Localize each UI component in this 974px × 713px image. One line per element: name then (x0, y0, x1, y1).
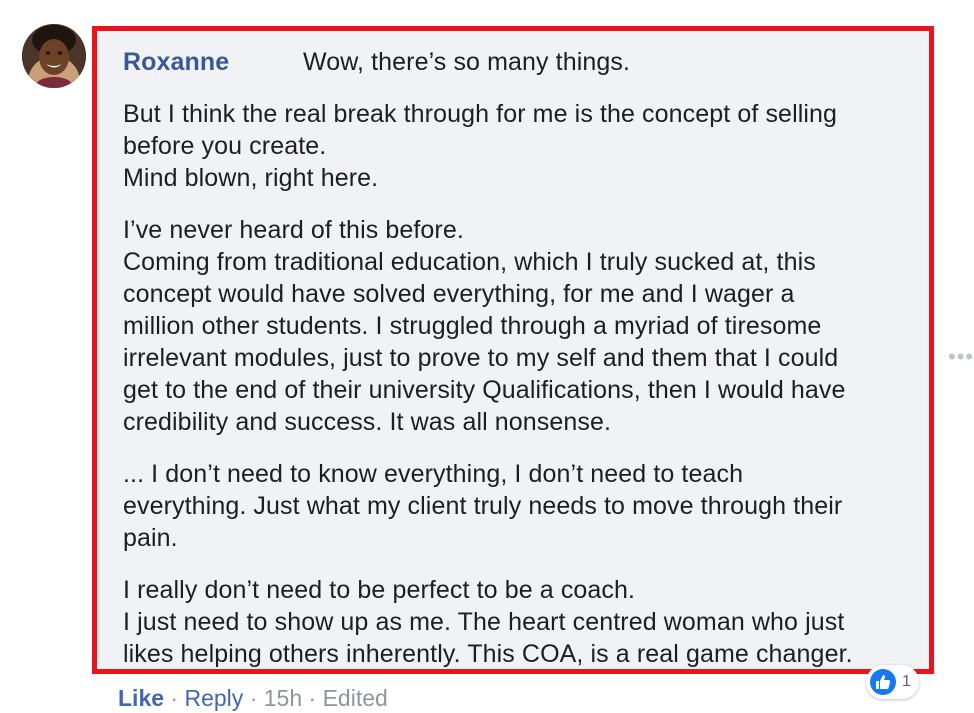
thumbs-up-icon (870, 669, 896, 695)
comment-header: Roxanne Wow, there’s so many things. (123, 46, 923, 78)
timestamp[interactable]: 15h (264, 685, 302, 711)
comment-paragraph: But I think the real break through for m… (123, 98, 923, 194)
comment-body: Roxanne Wow, there’s so many things. But … (123, 46, 923, 670)
comment-text-line: But I think the real break through for m… (123, 100, 838, 128)
comment-text-line: Mind blown, right here. (123, 164, 379, 192)
comment-text-line: ... I don’t need to know everything, I d… (123, 460, 744, 488)
reply-button[interactable]: Reply (184, 685, 243, 711)
comment-text-line: likes helping others inherently. This CO… (123, 640, 853, 668)
edited-label[interactable]: Edited (323, 685, 388, 711)
like-button[interactable]: Like (118, 685, 164, 711)
comment-paragraphs: But I think the real break through for m… (123, 98, 923, 670)
comment-first-line: Wow, there’s so many things. (303, 48, 631, 76)
comment-text-line: Coming from traditional education, which… (123, 248, 816, 276)
comment-paragraph: I’ve never heard of this before. Coming f… (123, 214, 923, 438)
reaction-count: 1 (902, 673, 911, 690)
reaction-summary[interactable]: 1 (866, 665, 919, 699)
comment-text-line: million other students. I struggled thro… (123, 312, 822, 340)
more-options-icon[interactable]: ••• (948, 346, 974, 368)
comment-paragraph: ... I don’t need to know everything, I d… (123, 458, 923, 554)
comment-text-line: get to the end of their university Quali… (123, 376, 846, 404)
separator: · (249, 685, 258, 711)
comment-text-line: I really don’t need to be perfect to be … (123, 576, 636, 604)
comment-text-line: credibility and success. It was all nons… (123, 408, 612, 436)
comment-actions: Like · Reply · 15h · Edited (118, 683, 388, 713)
avatar[interactable] (22, 24, 86, 88)
separator: · (170, 685, 179, 711)
comment-text-line: pain. (123, 524, 178, 552)
comment-paragraph: I really don’t need to be perfect to be … (123, 574, 923, 670)
comment-text-line: concept would have solved everything, fo… (123, 280, 795, 308)
comment-text-line: everything. Just what my client truly ne… (123, 492, 843, 520)
comment-text-line: I just need to show up as me. The heart … (123, 608, 845, 636)
comment-text-line: I’ve never heard of this before. (123, 216, 464, 244)
avatar-image (22, 24, 86, 88)
comment-bubble: Roxanne Wow, there’s so many things. But … (92, 26, 934, 674)
author-name[interactable]: Roxanne (123, 46, 303, 78)
comment-text-line: before you create. (123, 132, 327, 160)
separator: · (308, 685, 317, 711)
comment-text-line: irrelevant modules, just to prove to my … (123, 344, 839, 372)
